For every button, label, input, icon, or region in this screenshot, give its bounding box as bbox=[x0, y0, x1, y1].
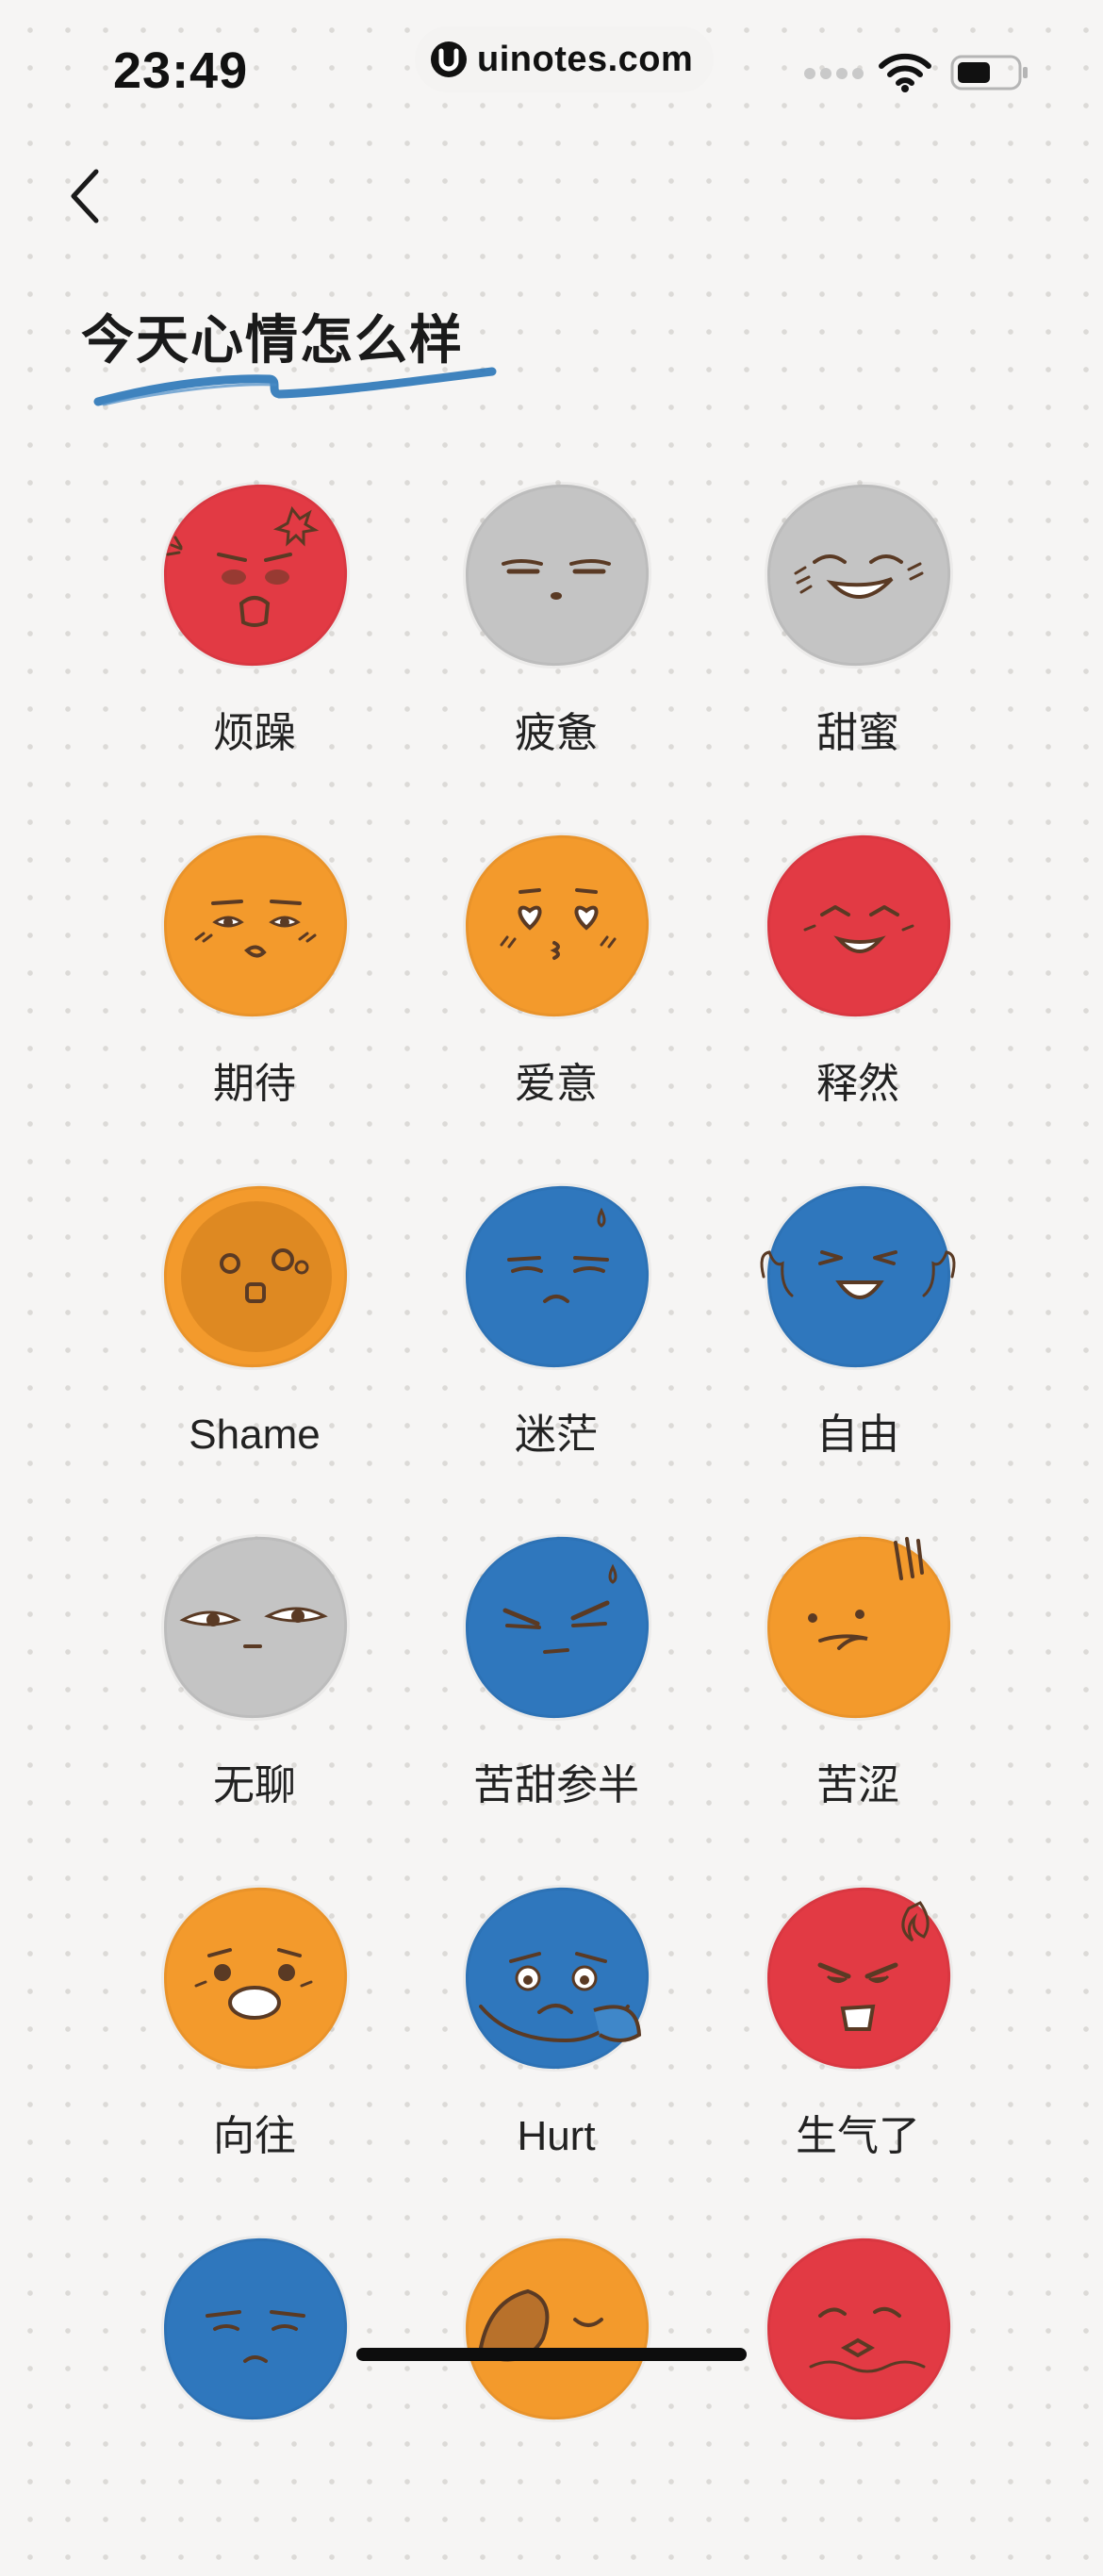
mood-item-expectant[interactable]: 期待 bbox=[104, 822, 405, 1173]
mood-label: 甜蜜 bbox=[816, 710, 899, 756]
battery-icon bbox=[950, 55, 1028, 91]
mood-label: 无聊 bbox=[213, 1762, 296, 1808]
mood-item-sleepy[interactable] bbox=[405, 2225, 707, 2576]
mood-label: 迷茫 bbox=[515, 1412, 598, 1458]
back-button[interactable] bbox=[55, 158, 115, 234]
mood-item-shame[interactable]: Shame bbox=[104, 1173, 405, 1524]
mood-label: 烦躁 bbox=[213, 710, 296, 756]
mood-item-angry[interactable]: 生气了 bbox=[707, 1874, 1009, 2225]
love-face-icon bbox=[462, 832, 652, 1020]
free-face-icon bbox=[760, 1182, 956, 1371]
uinotes-logo-icon bbox=[431, 41, 467, 77]
mood-item-tired[interactable]: 疲惫 bbox=[405, 471, 707, 822]
mood-item-hurt[interactable]: Hurt bbox=[405, 1874, 707, 2225]
mood-label: 疲惫 bbox=[515, 710, 598, 756]
confused-face-icon bbox=[462, 1182, 652, 1371]
worried-face-icon bbox=[160, 2235, 351, 2423]
mood-label: 向往 bbox=[213, 2113, 296, 2159]
bitter-face-icon bbox=[764, 1533, 954, 1722]
shame-face-icon bbox=[160, 1182, 351, 1371]
relieved-face-icon bbox=[764, 832, 954, 1020]
bittersweet-face-icon bbox=[462, 1533, 652, 1722]
mood-item-love[interactable]: 爱意 bbox=[405, 822, 707, 1173]
bored-face-icon bbox=[160, 1533, 351, 1722]
status-bar: 23:49 uinotes.com bbox=[0, 0, 1103, 141]
tired-face-icon bbox=[462, 481, 652, 669]
mood-item-yearning[interactable]: 向往 bbox=[104, 1874, 405, 2225]
mood-label: 自由 bbox=[816, 1412, 899, 1458]
status-time: 23:49 bbox=[113, 42, 249, 99]
mood-item-bittersweet[interactable]: 苦甜参半 bbox=[405, 1524, 707, 1874]
mood-item-bitter[interactable]: 苦涩 bbox=[707, 1524, 1009, 1874]
wifi-icon bbox=[879, 53, 931, 92]
watermark-text: uinotes.com bbox=[477, 39, 694, 79]
mood-label: 生气了 bbox=[796, 2113, 920, 2159]
mood-label: Hurt bbox=[517, 2113, 596, 2159]
mood-item-relieved[interactable]: 释然 bbox=[707, 822, 1009, 1173]
yearning-face-icon bbox=[160, 1884, 351, 2072]
expectant-face-icon bbox=[160, 832, 351, 1020]
mood-item-bored[interactable]: 无聊 bbox=[104, 1524, 405, 1874]
pouting-face-icon bbox=[764, 2235, 954, 2423]
chevron-left-icon bbox=[71, 169, 99, 223]
mood-item-free[interactable]: 自由 bbox=[707, 1173, 1009, 1524]
hurt-face-icon bbox=[462, 1884, 652, 2072]
sleepy-face-icon bbox=[462, 2235, 652, 2423]
mood-label: 释然 bbox=[816, 1061, 899, 1107]
home-indicator bbox=[356, 2348, 747, 2361]
page-title: 今天心情怎么样 bbox=[81, 310, 464, 370]
irritated-face-icon bbox=[160, 481, 351, 669]
mood-label: 苦涩 bbox=[816, 1762, 899, 1808]
signal-icon bbox=[804, 68, 864, 79]
sweet-face-icon bbox=[764, 481, 954, 669]
mood-grid: 烦躁 疲惫 甜蜜 期待 爱意 释然 Shame 迷茫 自由 无聊 苦甜参半 苦涩… bbox=[104, 471, 1009, 2576]
mood-item-irritated[interactable]: 烦躁 bbox=[104, 471, 405, 822]
mood-item-pouting[interactable] bbox=[707, 2225, 1009, 2576]
mood-label: 期待 bbox=[213, 1061, 296, 1107]
watermark-badge: uinotes.com bbox=[415, 26, 715, 92]
mood-item-sweet[interactable]: 甜蜜 bbox=[707, 471, 1009, 822]
angry-face-icon bbox=[764, 1884, 954, 2072]
mood-label: Shame bbox=[189, 1412, 321, 1458]
mood-label: 爱意 bbox=[515, 1061, 598, 1107]
mood-item-worried[interactable] bbox=[104, 2225, 405, 2576]
mood-item-confused[interactable]: 迷茫 bbox=[405, 1173, 707, 1524]
mood-label: 苦甜参半 bbox=[473, 1762, 639, 1808]
